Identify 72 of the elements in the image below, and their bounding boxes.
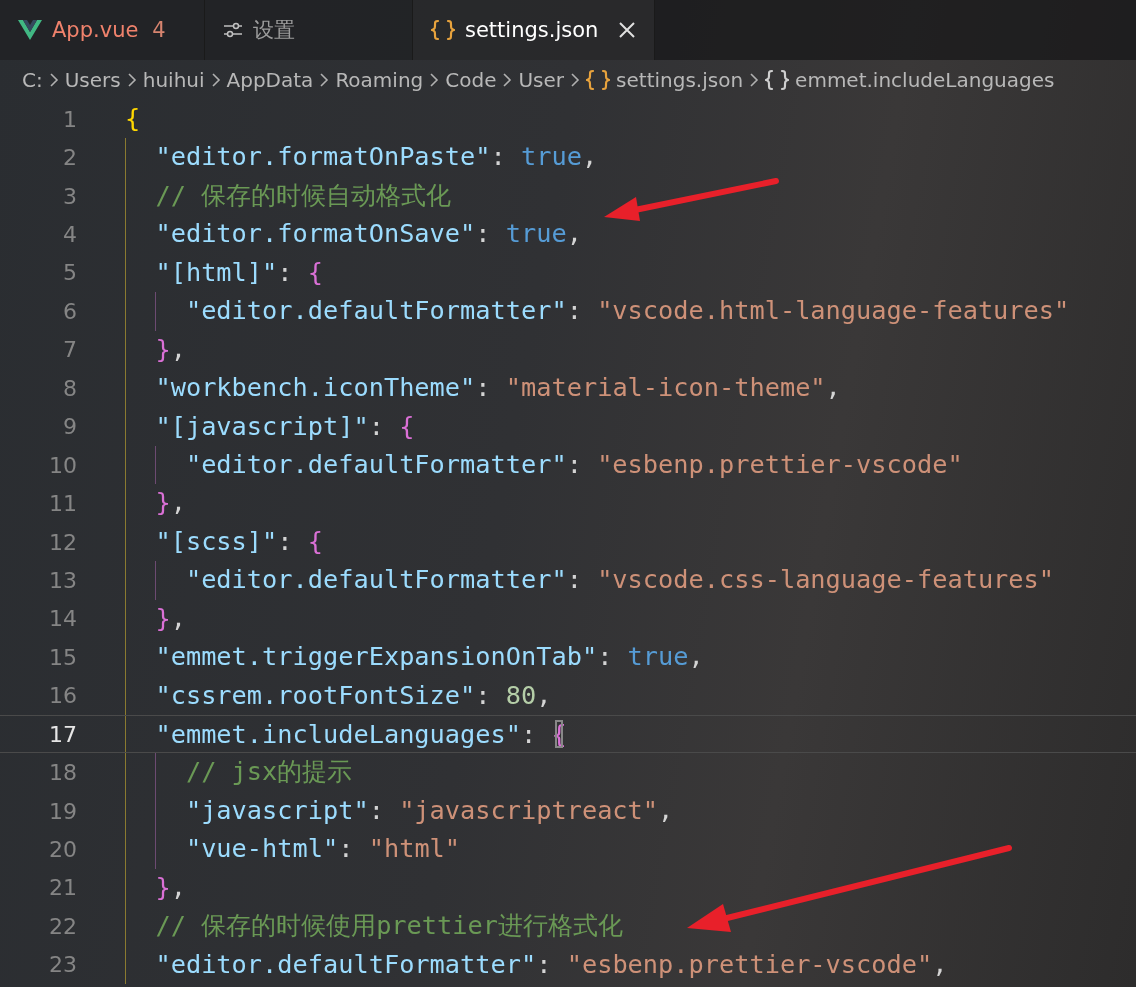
code-line: "editor.defaultFormatter": "vscode.css-language-features" <box>125 561 1055 600</box>
code-line: "[html]": { <box>125 253 323 293</box>
line-number: 20 <box>48 837 77 863</box>
code-line: // 保存的时候自动格式化 <box>125 176 452 216</box>
line-number: 7 <box>62 337 77 363</box>
line-number: 8 <box>62 375 77 401</box>
editor-tab[interactable]: 设置 <box>205 0 413 60</box>
code-line: }, <box>125 330 186 370</box>
line-number: 11 <box>48 491 77 517</box>
editor-tab[interactable]: settings.json <box>413 0 656 60</box>
breadcrumb-item[interactable]: emmet.includeLanguages <box>795 68 1055 92</box>
breadcrumb-item[interactable]: User <box>518 68 565 92</box>
code-line: { <box>125 103 141 135</box>
chevron-icon <box>210 72 221 88</box>
line-number: 23 <box>48 952 77 978</box>
chevron-icon <box>749 72 760 88</box>
breadcrumb-item[interactable]: C: <box>22 68 43 92</box>
code-line: "editor.defaultFormatter": "esbenp.prettier-vscode", <box>125 945 948 985</box>
line-number: 22 <box>48 913 77 939</box>
line-number: 10 <box>48 452 77 478</box>
braces-icon <box>765 69 790 91</box>
line-number: 17 <box>48 721 77 747</box>
code-line: }, <box>125 599 186 639</box>
braces-icon <box>586 69 611 91</box>
chevron-icon <box>429 72 440 88</box>
code-line: "[javascript]": { <box>125 407 415 446</box>
breadcrumb-item[interactable]: huihui <box>142 68 205 92</box>
code-line: }, <box>125 868 186 908</box>
line-number: 14 <box>48 606 77 632</box>
chevron-icon <box>502 72 513 88</box>
code-line: }, <box>125 484 186 523</box>
line-number: 21 <box>48 875 77 901</box>
code-line: "vue-html": "html" <box>125 830 461 869</box>
line-number: 5 <box>62 260 77 286</box>
code-line: "editor.formatOnPaste": true, <box>125 138 598 177</box>
line-number: 1 <box>62 106 77 132</box>
code-line: "cssrem.rootFontSize": 80, <box>125 676 552 715</box>
code-line: "editor.formatOnSave": true, <box>125 215 582 254</box>
editor-tab[interactable]: App.vue 4 <box>0 0 205 60</box>
breadcrumb-item[interactable]: settings.json <box>616 68 744 92</box>
chevron-icon <box>319 72 330 88</box>
breadcrumb-item[interactable]: Roaming <box>335 68 424 92</box>
code-line: "editor.defaultFormatter": "esbenp.prettier-vscode" <box>125 445 963 485</box>
line-number: 2 <box>62 145 77 171</box>
braces-icon <box>431 19 455 41</box>
code-line: "workbench.iconTheme": "material-icon-theme", <box>125 369 841 408</box>
line-number: 12 <box>48 529 77 555</box>
problem-count: 4 <box>152 18 166 42</box>
line-number: 16 <box>48 683 77 709</box>
line-number: 4 <box>62 222 77 248</box>
code-line: // 保存的时候使用prettier进行格式化 <box>125 907 623 946</box>
line-number: 6 <box>62 298 77 324</box>
line-number: 9 <box>62 414 77 440</box>
breadcrumb-item[interactable]: AppData <box>226 68 314 92</box>
code-line: "javascript": "javascriptreact", <box>125 791 674 831</box>
close-icon[interactable] <box>618 21 637 39</box>
code-line: "[scss]": { <box>125 522 323 562</box>
chevron-icon <box>126 72 137 88</box>
chevron-icon <box>570 72 581 88</box>
vue-logo-icon <box>18 20 42 40</box>
line-number: 13 <box>48 567 77 593</box>
code-line: "editor.defaultFormatter": "vscode.html-language-features" <box>125 292 1070 331</box>
line-number: 19 <box>48 798 77 824</box>
sliders-icon <box>223 22 243 38</box>
breadcrumb-item[interactable]: Users <box>64 68 121 92</box>
code-line: // jsx的提示 <box>125 753 353 792</box>
breadcrumb-item[interactable]: Code <box>445 68 497 92</box>
chevron-icon <box>48 72 59 88</box>
code-line: "emmet.triggerExpansionOnTab": true, <box>125 638 704 677</box>
line-number: 15 <box>48 644 77 670</box>
line-number: 3 <box>62 183 77 209</box>
line-number: 18 <box>48 760 77 786</box>
